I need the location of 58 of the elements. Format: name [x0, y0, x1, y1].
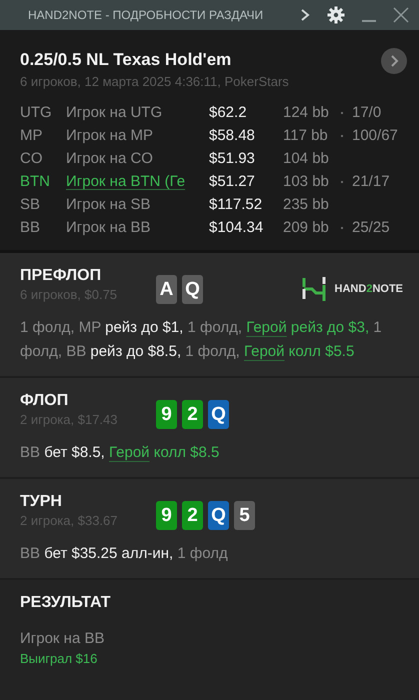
player-name[interactable]: Игрок на BTN (Ге	[66, 171, 186, 192]
player-position: BB	[20, 218, 42, 238]
player-name: Игрок на UTG	[66, 103, 164, 123]
player-bb: 209 bb	[283, 218, 330, 238]
player-position: SB	[20, 195, 42, 215]
street-title: ТУРН	[20, 493, 63, 511]
player-bb: 235 bb	[283, 195, 330, 215]
action-log: BB бет $35.25 алл-ин, 1 фолд	[20, 544, 229, 564]
player-position: BTN	[20, 172, 51, 192]
action-log: BB бет $8.5, Герой колл $8.5	[20, 443, 220, 463]
player-stats: 21/17	[352, 172, 390, 192]
next-button[interactable]	[381, 48, 407, 74]
chevron-right-icon[interactable]	[299, 8, 311, 22]
player-stats: 17/0	[352, 103, 382, 123]
player-bb: 117 bb	[283, 126, 329, 146]
window-title: HAND2NOTE - ПОДРОБНОСТИ РАЗДАЧИ	[28, 8, 264, 22]
player-name: Игрок на CO	[66, 149, 154, 169]
player-position: CO	[20, 149, 44, 169]
playing-card: 2	[182, 400, 203, 429]
player-stack: $104.34	[209, 218, 264, 238]
result-title: РЕЗУЛЬТАТ	[20, 594, 111, 612]
player-stack: $51.27	[209, 172, 256, 192]
result-player: Игрок на BB	[20, 630, 104, 647]
player-stats: 25/25	[352, 218, 390, 238]
logo-text: HAND2NOTE	[334, 283, 403, 295]
hero-link[interactable]: Герой	[109, 444, 150, 461]
hand-subtitle: 6 игроков, 12 марта 2025 4:36:11, PokerStars	[20, 74, 289, 89]
street-title: ФЛОП	[20, 392, 70, 410]
playing-card: 5	[234, 501, 255, 530]
playing-card: Q	[208, 400, 229, 429]
close-icon[interactable]	[393, 7, 409, 23]
player-bb: 124 bb	[283, 103, 330, 123]
action-log: 1 фолд, MP рейз до $1, 1 фолд, Герой рейз до $3, 1 фолд, BB рейз до $8.5, 1 фолд, Герой колл $5.5	[20, 318, 383, 362]
player-stats: 100/67	[352, 126, 398, 146]
playing-card: 9	[156, 501, 177, 530]
hand-title: 0.25/0.5 NL Texas Hold'em	[20, 50, 232, 70]
player-stack: $62.2	[209, 103, 248, 123]
playing-card: Q	[208, 501, 229, 530]
player-name: Игрок на SB	[66, 195, 152, 215]
player-position: MP	[20, 126, 44, 146]
player-bb: 104 bb	[283, 149, 330, 169]
player-stack: $58.48	[209, 126, 256, 146]
playing-card: 2	[182, 501, 203, 530]
settings-icon[interactable]	[327, 6, 345, 24]
result-outcome: Выиграл $16	[20, 651, 98, 666]
player-stack: $117.52	[209, 195, 264, 215]
playing-card: Q	[182, 275, 203, 304]
player-name: Игрок на MP	[66, 126, 154, 146]
player-name: Игрок на BB	[66, 218, 152, 238]
player-position: UTG	[20, 103, 53, 123]
playing-card: 9	[156, 400, 177, 429]
logo-icon	[300, 275, 327, 303]
street-title: ПРЕФЛОП	[20, 267, 102, 285]
player-stack: $51.93	[209, 149, 256, 169]
playing-card: A	[156, 275, 177, 304]
player-bb: 103 bb	[283, 172, 330, 192]
hero-link[interactable]: Герой	[244, 343, 285, 360]
hero-link[interactable]: Герой	[246, 319, 287, 336]
